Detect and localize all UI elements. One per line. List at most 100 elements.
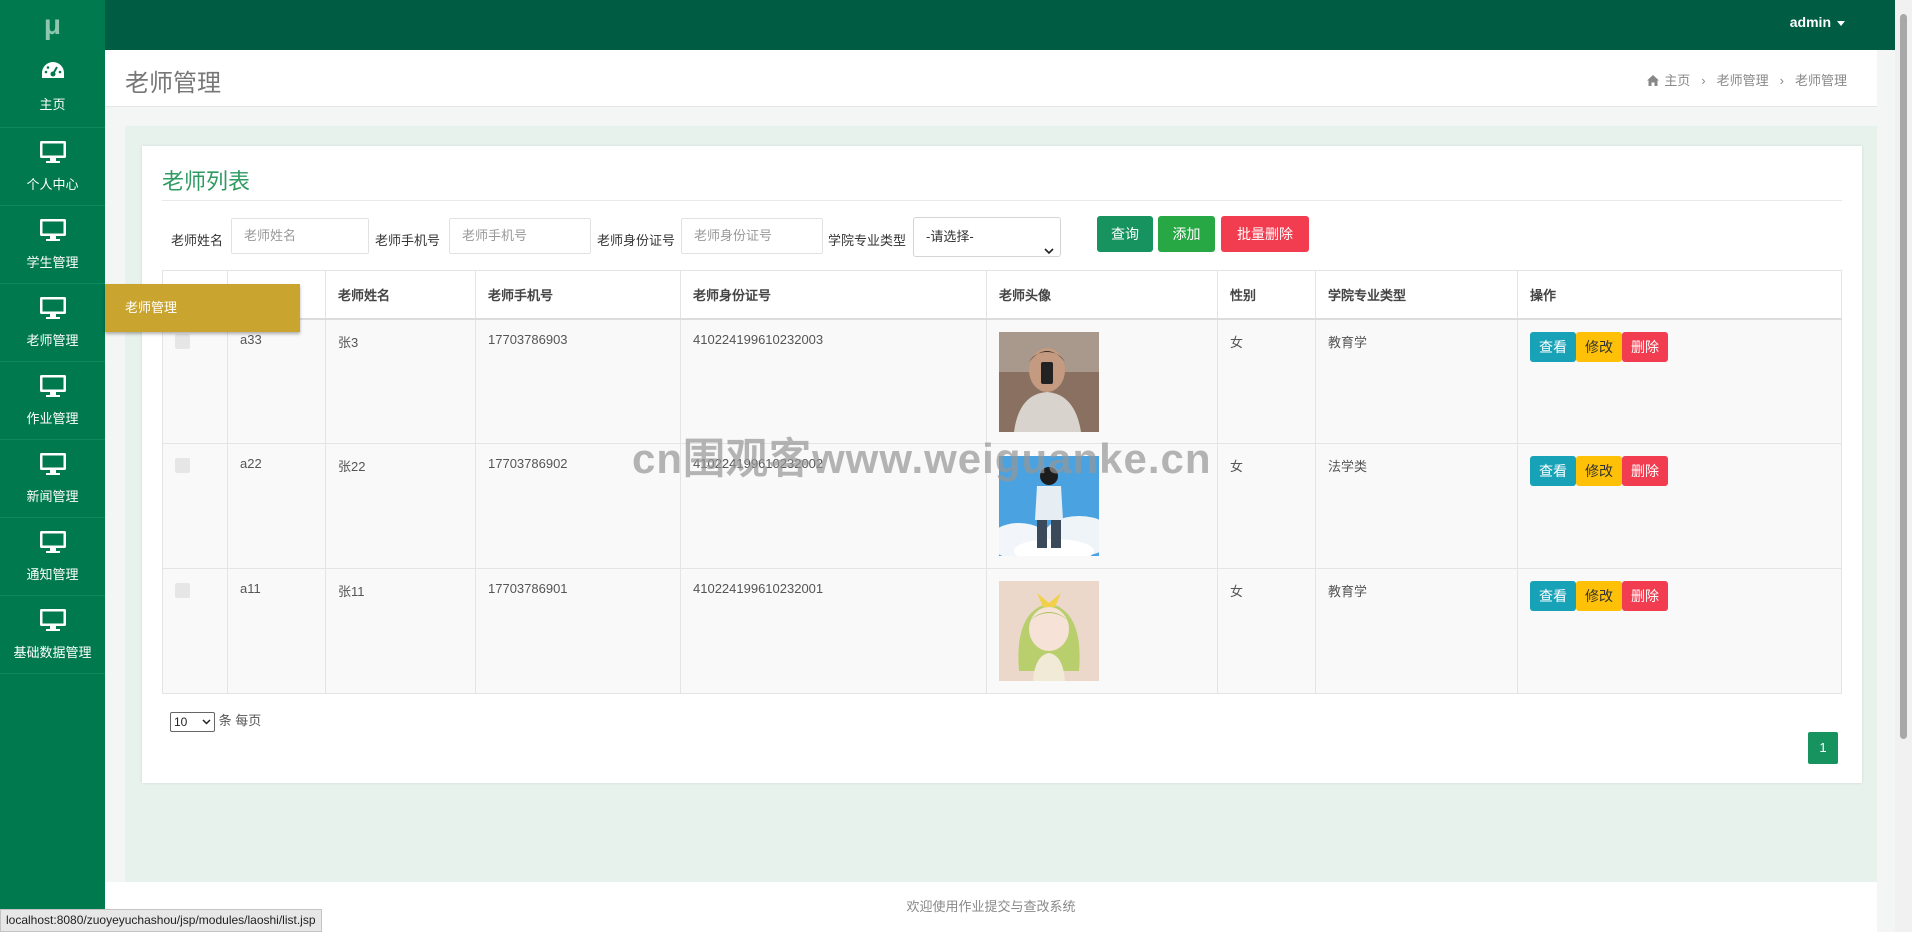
view-button[interactable]: 查看 — [1530, 581, 1576, 611]
edit-button[interactable]: 修改 — [1576, 581, 1622, 611]
add-button[interactable]: 添加 — [1158, 216, 1215, 252]
actions-cell: 查看 修改 删除 — [1517, 568, 1842, 694]
major-cell: 教育学 — [1315, 568, 1518, 694]
gender-cell: 女 — [1217, 443, 1316, 569]
row-checkbox[interactable] — [175, 333, 190, 349]
select-cell — [162, 443, 228, 569]
sidebar-item-label: 基础数据管理 — [13, 645, 92, 660]
monitor-icon — [0, 440, 105, 482]
monitor-icon — [0, 128, 105, 170]
phone-label: 老师手机号 — [375, 233, 441, 248]
column-header-phone: 老师手机号 — [475, 270, 681, 320]
delete-button[interactable]: 删除 — [1622, 456, 1668, 486]
edit-button[interactable]: 修改 — [1576, 331, 1622, 362]
view-button[interactable]: 查看 — [1530, 456, 1576, 486]
sidebar-item-label: 个人中心 — [26, 177, 79, 192]
major-cell: 教育学 — [1315, 318, 1518, 444]
sidebar: 主页 个人中心 学生管理 老师管理 作业管理 新闻管理 通知管理 基础数据管理 — [0, 50, 105, 917]
sidebar-item-news[interactable]: 新闻管理 — [0, 440, 105, 518]
edit-button[interactable]: 修改 — [1576, 456, 1622, 486]
sidebar-item-label: 通知管理 — [26, 567, 79, 582]
monitor-icon — [0, 518, 105, 560]
breadcrumb-separator-icon: › — [1701, 73, 1706, 88]
monitor-icon — [0, 596, 105, 638]
breadcrumb: 主页 › 老师管理 › 老师管理 — [1647, 70, 1847, 89]
page-size-control: 10 条 每页 — [170, 710, 261, 732]
status-bar-url: localhost:8080/zuoyeyuchashou/jsp/module… — [0, 909, 322, 932]
actions-cell: 查看 修改 删除 — [1517, 318, 1842, 444]
table-header-row: 老师姓名 老师手机号 老师身份证号 老师头像 性别 学院专业类型 操作 — [162, 270, 1842, 320]
column-header-actions: 操作 — [1517, 270, 1842, 320]
per-page-label: 条 每页 — [218, 713, 262, 728]
top-bar: μ admin — [0, 0, 1895, 50]
page-number-button[interactable]: 1 — [1808, 732, 1838, 764]
major-cell: 法学类 — [1315, 443, 1518, 569]
idcard-input[interactable]: 老师身份证号 — [681, 218, 823, 254]
major-label: 学院专业类型 — [828, 233, 907, 248]
view-button[interactable]: 查看 — [1530, 331, 1576, 362]
column-header-major: 学院专业类型 — [1315, 270, 1518, 320]
vertical-scrollbar[interactable] — [1895, 0, 1912, 932]
page-size-select[interactable]: 10 — [170, 711, 215, 732]
name-input[interactable]: 老师姓名 — [231, 218, 369, 254]
select-cell — [162, 568, 228, 694]
query-button[interactable]: 查询 — [1097, 216, 1153, 252]
sidebar-item-teachers[interactable]: 老师管理 — [0, 284, 105, 362]
table-row: a11 张11 17703786901 410224199610232001 女… — [162, 568, 1842, 694]
breadcrumb-current: 老师管理 — [1794, 73, 1847, 88]
sidebar-item-students[interactable]: 学生管理 — [0, 206, 105, 284]
row-checkbox[interactable] — [175, 583, 190, 598]
sidebar-item-label: 作业管理 — [26, 411, 79, 426]
watermark: cn围观客www.weiguanke.cn — [632, 435, 1212, 482]
footer: 欢迎使用作业提交与查改系统 — [105, 882, 1877, 932]
monitor-icon — [0, 362, 105, 404]
phone-input[interactable]: 老师手机号 — [449, 218, 591, 254]
gender-cell: 女 — [1217, 568, 1316, 694]
column-header-name: 老师姓名 — [325, 270, 476, 320]
page-header: 老师管理 主页 › 老师管理 › 老师管理 — [105, 50, 1877, 107]
sidebar-item-label: 新闻管理 — [26, 489, 79, 504]
sidebar-item-basic-data[interactable]: 基础数据管理 — [0, 596, 105, 674]
phone-cell: 17703786901 — [475, 568, 681, 694]
page-title: 老师管理 — [125, 70, 221, 97]
actions-cell: 查看 修改 删除 — [1517, 443, 1842, 569]
sidebar-item-home[interactable]: 主页 — [0, 50, 105, 128]
major-select[interactable]: -请选择- — [913, 217, 1061, 257]
scrollbar-thumb[interactable] — [1900, 14, 1907, 739]
account-cell: a11 — [227, 568, 326, 694]
breadcrumb-home[interactable]: 主页 — [1664, 73, 1690, 88]
batch-delete-button[interactable]: 批量删除 — [1221, 216, 1309, 252]
sidebar-item-label: 老师管理 — [26, 333, 79, 348]
sidebar-item-label: 主页 — [39, 97, 66, 112]
dashboard-icon — [0, 50, 105, 90]
sidebar-item-homework[interactable]: 作业管理 — [0, 362, 105, 440]
teacher-avatar — [999, 331, 1099, 432]
home-icon — [1647, 74, 1660, 89]
name-cell: 张22 — [325, 443, 476, 569]
column-header-gender: 性别 — [1217, 270, 1316, 320]
delete-button[interactable]: 删除 — [1622, 331, 1668, 362]
column-header-avatar: 老师头像 — [986, 270, 1218, 320]
page-size-value: 10 — [174, 714, 188, 729]
account-cell: a22 — [227, 443, 326, 569]
delete-button[interactable]: 删除 — [1622, 581, 1668, 611]
submenu-teacher-manage[interactable]: 老师管理 — [105, 284, 300, 332]
major-select-value: -请选择- — [926, 229, 974, 244]
idcard-cell: 410224199610232001 — [680, 568, 987, 694]
name-label: 老师姓名 — [171, 233, 224, 248]
column-header-idcard: 老师身份证号 — [680, 270, 987, 320]
avatar-cell — [986, 568, 1218, 694]
chevron-down-icon — [202, 719, 211, 725]
sidebar-item-notices[interactable]: 通知管理 — [0, 518, 105, 596]
breadcrumb-item[interactable]: 老师管理 — [1717, 73, 1769, 88]
search-bar: 老师姓名 老师姓名 老师手机号 老师手机号 老师身份证号 老师身份证号 学院专业… — [142, 216, 1862, 258]
sidebar-item-profile[interactable]: 个人中心 — [0, 128, 105, 206]
row-checkbox[interactable] — [175, 458, 190, 473]
monitor-icon — [0, 206, 105, 248]
name-cell: 张11 — [325, 568, 476, 694]
teacher-avatar — [999, 581, 1099, 681]
user-menu[interactable]: admin — [1790, 0, 1845, 44]
list-title: 老师列表 — [162, 169, 251, 194]
app-logo: μ — [0, 0, 105, 50]
breadcrumb-separator-icon: › — [1779, 73, 1784, 88]
